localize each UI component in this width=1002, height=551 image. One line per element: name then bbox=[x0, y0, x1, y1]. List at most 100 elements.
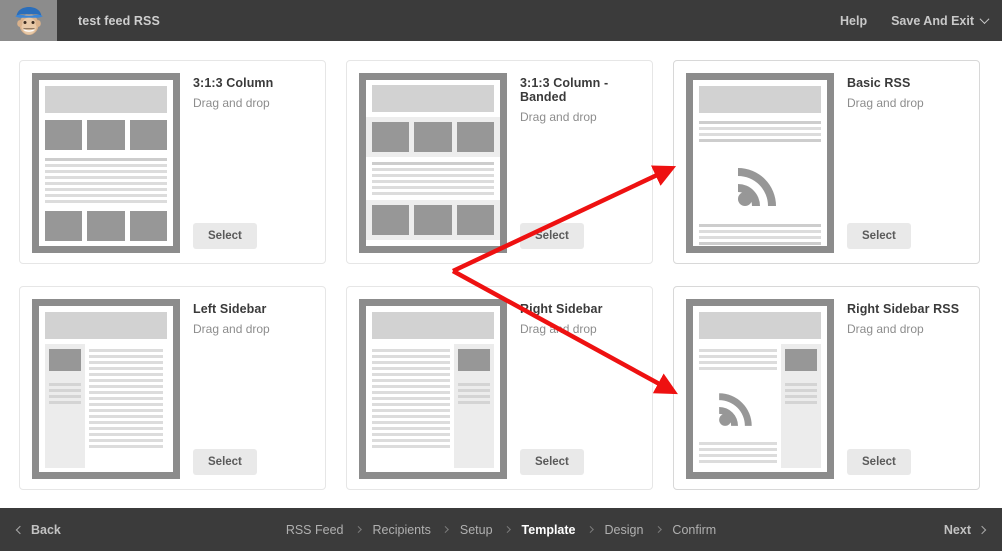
thumb-body bbox=[699, 344, 821, 468]
thumb-text-lines bbox=[372, 162, 494, 195]
template-thumbnail bbox=[686, 73, 834, 253]
thumb-columns-top bbox=[45, 120, 167, 150]
thumb-sidebar-image bbox=[458, 349, 490, 371]
chevron-left-icon bbox=[15, 525, 25, 534]
thumb-sidebar-left bbox=[45, 344, 85, 468]
template-type: Drag and drop bbox=[193, 322, 270, 336]
thumb-columns-bottom bbox=[372, 205, 494, 235]
thumb-header-block bbox=[372, 312, 494, 339]
thumb-body bbox=[45, 344, 167, 468]
template-name: Right Sidebar RSS bbox=[847, 302, 960, 316]
template-card-3-1-3-column-banded[interactable]: 3:1:3 Column - Banded Drag and drop Sele… bbox=[346, 60, 653, 264]
thumb-header-block bbox=[699, 312, 821, 339]
thumb-header-block bbox=[45, 312, 167, 339]
mailchimp-freddie-logo[interactable] bbox=[0, 0, 57, 41]
thumb-band-text bbox=[366, 157, 500, 200]
template-info: Right Sidebar Drag and drop Select bbox=[507, 299, 652, 489]
chevron-right-icon bbox=[977, 525, 987, 534]
top-bar-actions: Help Save And Exit bbox=[840, 14, 1002, 28]
thumb-sidebar-right bbox=[781, 344, 821, 468]
campaign-title: test feed RSS bbox=[78, 13, 160, 28]
select-button[interactable]: Select bbox=[520, 223, 584, 249]
select-button[interactable]: Select bbox=[520, 449, 584, 475]
template-card-right-sidebar-rss[interactable]: Right Sidebar RSS Drag and drop Select bbox=[673, 286, 980, 490]
help-link[interactable]: Help bbox=[840, 14, 867, 28]
thumb-text-lines bbox=[45, 158, 167, 203]
template-thumbnail bbox=[359, 299, 507, 479]
template-type: Drag and drop bbox=[193, 96, 270, 110]
template-thumbnail bbox=[32, 73, 180, 253]
thumb-columns-top bbox=[372, 122, 494, 152]
thumb-text-lines-top bbox=[699, 349, 777, 370]
thumb-main-content bbox=[85, 344, 167, 468]
thumb-main-content bbox=[372, 344, 454, 468]
template-type: Drag and drop bbox=[520, 322, 597, 336]
breadcrumb-step-rss-feed[interactable]: RSS Feed bbox=[286, 523, 344, 537]
thumb-text-lines-bottom bbox=[699, 224, 821, 245]
next-button[interactable]: Next bbox=[944, 523, 1002, 537]
breadcrumb-step-template[interactable]: Template bbox=[522, 523, 576, 537]
chevron-right-icon bbox=[441, 525, 449, 534]
back-button[interactable]: Back bbox=[0, 523, 61, 537]
template-grid: 3:1:3 Column Drag and drop Select 3:1:3 … bbox=[19, 60, 983, 490]
thumb-sidebar-right bbox=[454, 344, 494, 468]
template-info: Basic RSS Drag and drop Select bbox=[834, 73, 979, 263]
template-card-right-sidebar[interactable]: Right Sidebar Drag and drop Select bbox=[346, 286, 653, 490]
template-card-3-1-3-column[interactable]: 3:1:3 Column Drag and drop Select bbox=[19, 60, 326, 264]
select-button[interactable]: Select bbox=[193, 223, 257, 249]
thumb-columns-bottom bbox=[45, 211, 167, 241]
template-info: Left Sidebar Drag and drop Select bbox=[180, 299, 325, 489]
chevron-right-icon bbox=[654, 525, 662, 534]
rss-icon bbox=[738, 168, 776, 206]
help-label: Help bbox=[840, 13, 868, 28]
select-button[interactable]: Select bbox=[193, 449, 257, 475]
thumb-sidebar-lines bbox=[458, 383, 490, 404]
template-name: 3:1:3 Column - Banded bbox=[520, 76, 609, 104]
thumb-text-lines bbox=[89, 349, 163, 448]
chevron-down-icon bbox=[979, 14, 990, 25]
thumb-text-lines bbox=[372, 349, 450, 448]
template-name: 3:1:3 Column bbox=[193, 76, 274, 90]
breadcrumb-step-recipients[interactable]: Recipients bbox=[372, 523, 430, 537]
thumb-rss-area bbox=[699, 158, 821, 210]
thumb-sidebar-lines bbox=[49, 383, 81, 404]
template-name: Left Sidebar bbox=[193, 302, 267, 316]
thumb-rss-area bbox=[699, 384, 777, 430]
template-info: Right Sidebar RSS Drag and drop Select bbox=[834, 299, 979, 489]
thumb-body bbox=[372, 344, 494, 468]
chevron-right-icon bbox=[586, 525, 594, 534]
template-info: 3:1:3 Column Drag and drop Select bbox=[180, 73, 325, 263]
save-and-exit-button[interactable]: Save And Exit bbox=[891, 13, 990, 28]
wizard-breadcrumb: RSS Feed Recipients Setup Template Desig… bbox=[286, 523, 716, 537]
top-bar: test feed RSS Help Save And Exit bbox=[0, 0, 1002, 41]
template-type: Drag and drop bbox=[847, 96, 924, 110]
thumb-sidebar-lines bbox=[785, 383, 817, 404]
template-card-basic-rss[interactable]: Basic RSS Drag and drop Select bbox=[673, 60, 980, 264]
next-label: Next bbox=[943, 522, 971, 537]
chevron-right-icon bbox=[503, 525, 511, 534]
thumb-band-columns-top bbox=[366, 117, 500, 157]
select-button[interactable]: Select bbox=[847, 223, 911, 249]
select-button[interactable]: Select bbox=[847, 449, 911, 475]
thumb-sidebar-image bbox=[785, 349, 817, 371]
template-name: Right Sidebar bbox=[520, 302, 603, 316]
template-type: Drag and drop bbox=[847, 322, 924, 336]
thumb-sidebar-image bbox=[49, 349, 81, 371]
template-name: Basic RSS bbox=[847, 76, 911, 90]
thumb-band-columns-bottom bbox=[366, 200, 500, 240]
template-card-left-sidebar[interactable]: Left Sidebar Drag and drop Select bbox=[19, 286, 326, 490]
wizard-footer: Back RSS Feed Recipients Setup Template … bbox=[0, 508, 1002, 551]
thumb-text-lines-bottom bbox=[699, 442, 777, 463]
breadcrumb-step-setup[interactable]: Setup bbox=[460, 523, 493, 537]
back-label: Back bbox=[31, 522, 61, 537]
thumb-header-block bbox=[45, 86, 167, 113]
breadcrumb-step-confirm[interactable]: Confirm bbox=[672, 523, 716, 537]
breadcrumb-step-design[interactable]: Design bbox=[604, 523, 643, 537]
chevron-right-icon bbox=[354, 525, 362, 534]
thumb-main-content bbox=[699, 344, 781, 468]
template-thumbnail bbox=[32, 299, 180, 479]
template-thumbnail bbox=[686, 299, 834, 479]
save-and-exit-label: Save And Exit bbox=[891, 13, 974, 28]
template-thumbnail bbox=[359, 73, 507, 253]
rss-icon bbox=[719, 393, 752, 426]
